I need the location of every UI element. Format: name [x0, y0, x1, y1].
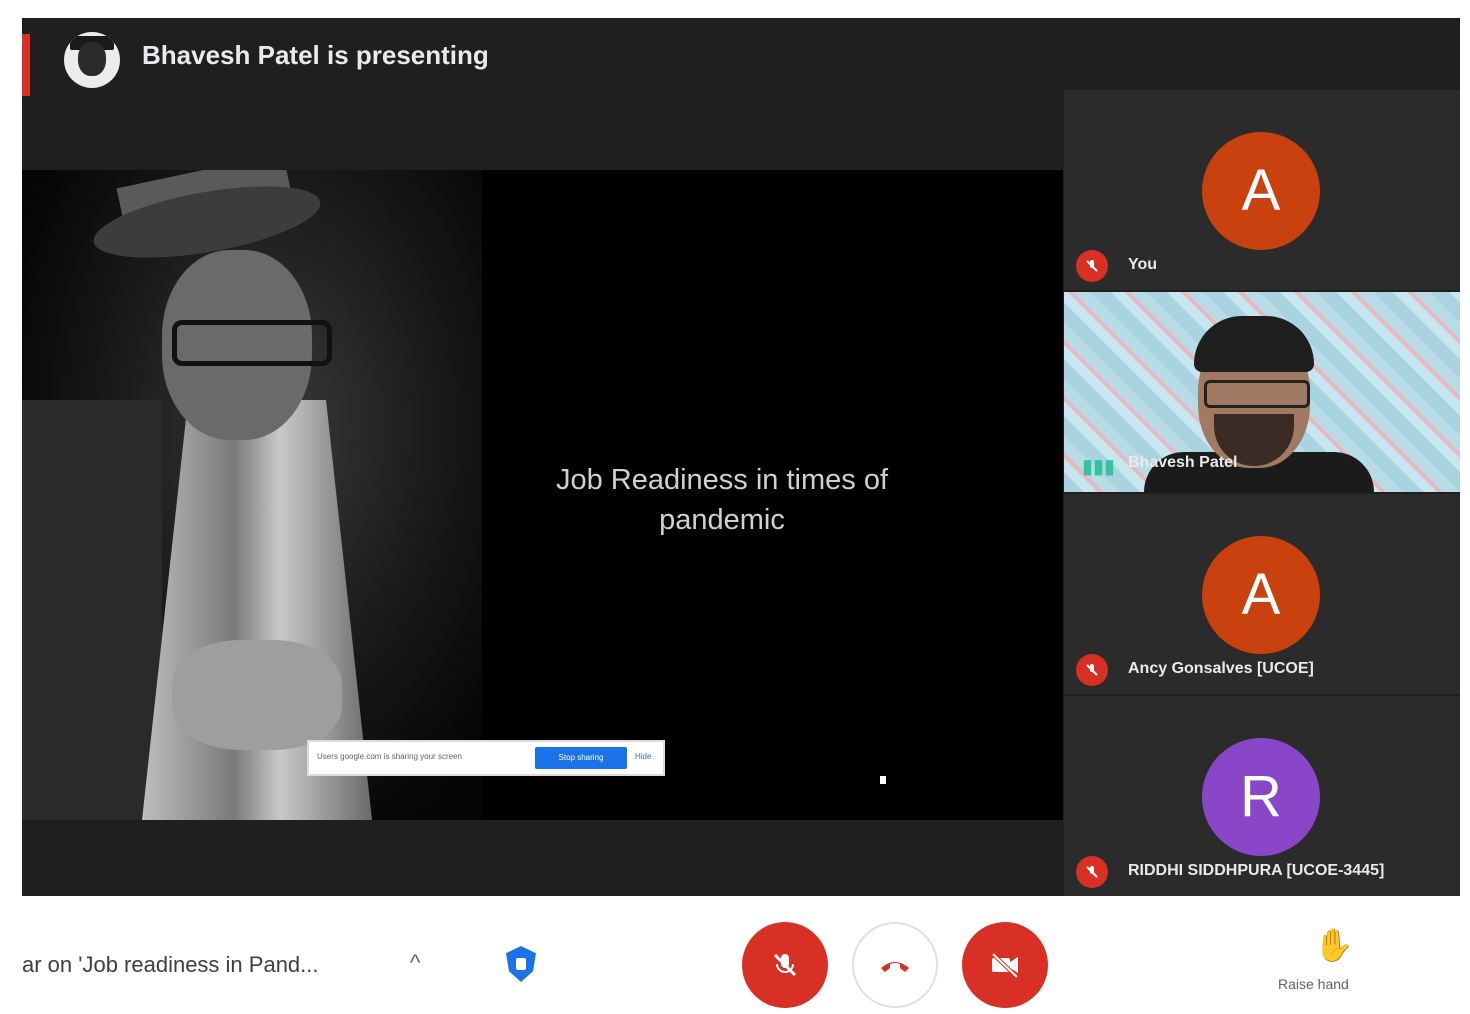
presenter-avatar — [64, 32, 120, 88]
raise-hand-label[interactable]: Raise hand — [1278, 976, 1349, 992]
hand-icon[interactable]: ✋ — [1314, 926, 1354, 964]
participant-tile-ancy[interactable]: A Ancy Gonsalves [UCOE] — [1064, 494, 1460, 694]
presenter-title: Bhavesh Patel is presenting — [142, 40, 489, 70]
mute-button[interactable] — [742, 922, 828, 1008]
camera-button[interactable] — [962, 922, 1048, 1008]
slide-photo — [22, 170, 482, 820]
slide-title: Job Readiness in times of pandemic — [555, 464, 889, 536]
presentation-slide: Job Readiness in times of pandemic Users… — [22, 170, 1063, 820]
meeting-details-button[interactable]: ar on 'Job readiness in Pand... — [22, 952, 319, 978]
avatar: A — [1202, 536, 1320, 654]
presenter-indicator — [22, 34, 30, 96]
participant-name: Bhavesh Patel — [1128, 454, 1238, 471]
mic-off-icon — [1076, 654, 1108, 686]
bottom-toolbar: ar on 'Job readiness in Pand... ^ ✋ Rais… — [0, 896, 1470, 1008]
participant-tile-bhavesh[interactable]: ▮▮▮ Bhavesh Patel — [1064, 292, 1460, 492]
avatar: A — [1202, 132, 1320, 250]
speaking-icon: ▮▮▮ — [1082, 456, 1116, 478]
mic-off-icon — [1076, 856, 1108, 888]
avatar: R — [1202, 738, 1320, 856]
hang-up-button[interactable] — [852, 922, 938, 1008]
participant-name: Ancy Gonsalves [UCOE] — [1128, 660, 1314, 677]
participant-name: RIDDHI SIDDHPURA [UCOE-3445] — [1128, 862, 1385, 879]
screen-share-notice: Users google.com is sharing your screen … — [307, 740, 665, 776]
hide-notice-link[interactable]: Hide — [635, 752, 651, 761]
shield-lock-icon — [516, 958, 526, 970]
participant-name: You — [1128, 256, 1158, 273]
mouse-cursor — [880, 776, 886, 784]
participant-tiles: A You ▮▮▮ Bhavesh Patel A Ancy Gonsalves… — [1064, 90, 1460, 896]
stop-sharing-button[interactable]: Stop sharing — [535, 747, 627, 769]
chevron-up-icon[interactable]: ^ — [410, 950, 420, 976]
participant-tile-riddhi[interactable]: R RIDDHI SIDDHPURA [UCOE-3445] — [1064, 696, 1460, 896]
participant-tile-you[interactable]: A You — [1064, 90, 1460, 290]
meeting-stage: Bhavesh Patel is presenting Job Readines… — [22, 18, 1460, 896]
mic-off-icon — [1076, 250, 1108, 282]
notice-text: Users google.com is sharing your screen — [317, 752, 462, 761]
